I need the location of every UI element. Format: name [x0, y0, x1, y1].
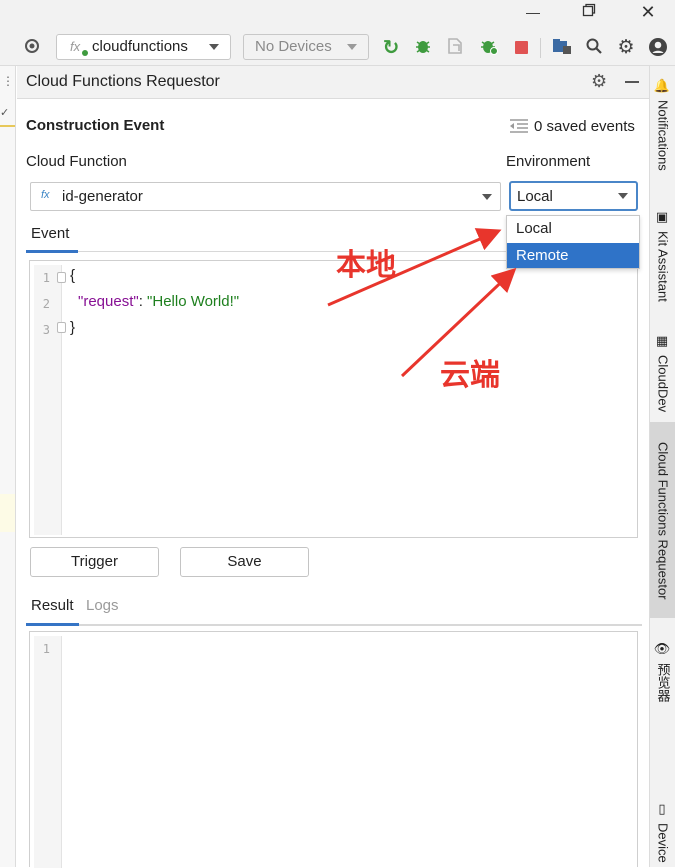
- annotation-local: 本地: [336, 248, 396, 283]
- annotation-arrows: [327, 228, 517, 378]
- annotation-remote: 云端: [440, 358, 500, 393]
